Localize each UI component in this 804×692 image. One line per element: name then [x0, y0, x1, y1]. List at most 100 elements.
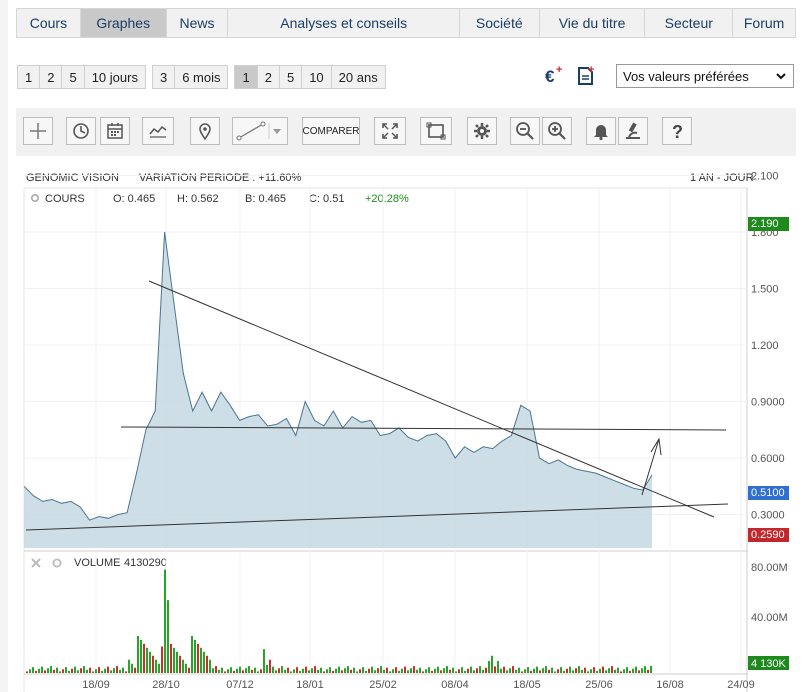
volume-bar: [512, 666, 514, 673]
volume-bar: [29, 669, 31, 673]
volume-bar: [314, 666, 316, 673]
volume-bar: [437, 666, 439, 673]
volume-bar: [638, 670, 640, 673]
volume-bar: [524, 669, 526, 673]
volume-bar: [431, 670, 433, 673]
volume-bar: [149, 651, 151, 673]
volume-bar: [110, 670, 112, 673]
volume-bar: [335, 668, 337, 673]
volume-bar: [173, 647, 175, 673]
volume-bar: [287, 667, 289, 673]
volume-bar: [581, 669, 583, 673]
low-price-tag: 0.2590: [748, 528, 789, 542]
volume-bar: [509, 668, 511, 673]
volume-bar: [536, 666, 538, 673]
volume-bar: [164, 569, 166, 673]
volume-bar: [566, 668, 568, 673]
volume-bar: [407, 670, 409, 673]
volume-bar: [422, 671, 424, 673]
volume-bar: [284, 669, 286, 673]
volume-bar: [44, 670, 46, 673]
volume-bar: [521, 671, 523, 673]
volume-bar: [608, 668, 610, 673]
volume-bar: [449, 669, 451, 673]
volume-bar: [32, 667, 34, 673]
volume-bar: [176, 651, 178, 673]
volume-bar: [119, 669, 121, 673]
volume-bar: [539, 670, 541, 673]
volume-bar: [554, 671, 556, 673]
volume-bar: [500, 668, 502, 673]
volume-bar: [59, 671, 61, 673]
volume-bar: [269, 659, 271, 673]
volume-bar: [215, 666, 217, 673]
volume-bar: [641, 668, 643, 673]
volume-bar: [113, 668, 115, 673]
volume-bar: [218, 669, 220, 673]
volume-bar: [221, 667, 223, 673]
volume-bar: [128, 659, 130, 673]
volume-bar: [227, 669, 229, 673]
volume-bar: [80, 668, 82, 673]
volume-bar: [104, 668, 106, 673]
volume-bar: [257, 671, 259, 673]
volume-bar: [647, 669, 649, 673]
volume-bar: [296, 667, 298, 673]
volume-bar: [161, 646, 163, 673]
volume-bar: [494, 666, 496, 673]
volume-bar: [116, 666, 118, 673]
volume-bar: [620, 671, 622, 673]
volume-bar: [38, 668, 40, 673]
volume-bar: [542, 668, 544, 673]
volume-bar: [359, 669, 361, 673]
volume-bar: [488, 661, 490, 673]
volume-last-label: 4 130K: [751, 658, 787, 670]
volume-bar: [473, 670, 475, 673]
volume-bar: [329, 667, 331, 673]
volume-bar: [125, 671, 127, 673]
volume-bar: [47, 668, 49, 673]
y-tick-label: 0.6000: [751, 453, 785, 465]
volume-bar: [485, 667, 487, 673]
volume-bar: [446, 666, 448, 673]
volume-bar: [68, 670, 70, 673]
volume-bar: [182, 659, 184, 673]
volume-bar: [458, 669, 460, 673]
volume-bar: [281, 666, 283, 673]
x-tick-label: 18/09: [82, 679, 110, 691]
volume-bar: [350, 669, 352, 673]
volume-bar: [239, 666, 241, 673]
volume-bar: [392, 669, 394, 673]
volume-bar: [248, 666, 250, 673]
volume-bar: [503, 666, 505, 673]
volume-bar: [143, 643, 145, 673]
volume-bar: [83, 666, 85, 673]
y-tick-label: 2.100: [751, 170, 779, 182]
volume-bar: [26, 671, 28, 673]
volume-bar: [98, 667, 100, 673]
volume-bar: [101, 670, 103, 673]
volume-bar: [491, 655, 493, 673]
volume-bar: [551, 667, 553, 673]
volume-bar: [107, 666, 109, 673]
volume-bar: [389, 671, 391, 673]
volume-bar: [278, 668, 280, 673]
volume-bar: [401, 668, 403, 673]
volume-bar: [53, 669, 55, 673]
volume-bar: [530, 670, 532, 673]
volume-bar: [131, 663, 133, 673]
volume-bar: [383, 669, 385, 673]
volume-bar: [440, 670, 442, 673]
volume-bar: [590, 669, 592, 673]
volume-bar: [434, 668, 436, 673]
volume-bar: [302, 668, 304, 673]
volume-bar: [293, 669, 295, 673]
volume-bar: [311, 668, 313, 673]
volume-bar: [317, 669, 319, 673]
volume-bar: [65, 667, 67, 673]
volume-bar: [578, 666, 580, 673]
volume-bar: [74, 666, 76, 673]
volume-bar: [518, 667, 520, 673]
volume-bar: [197, 643, 199, 673]
price-chart[interactable]: 2.1001.8001.5001.2000.90000.60000.3000 8…: [0, 0, 804, 692]
